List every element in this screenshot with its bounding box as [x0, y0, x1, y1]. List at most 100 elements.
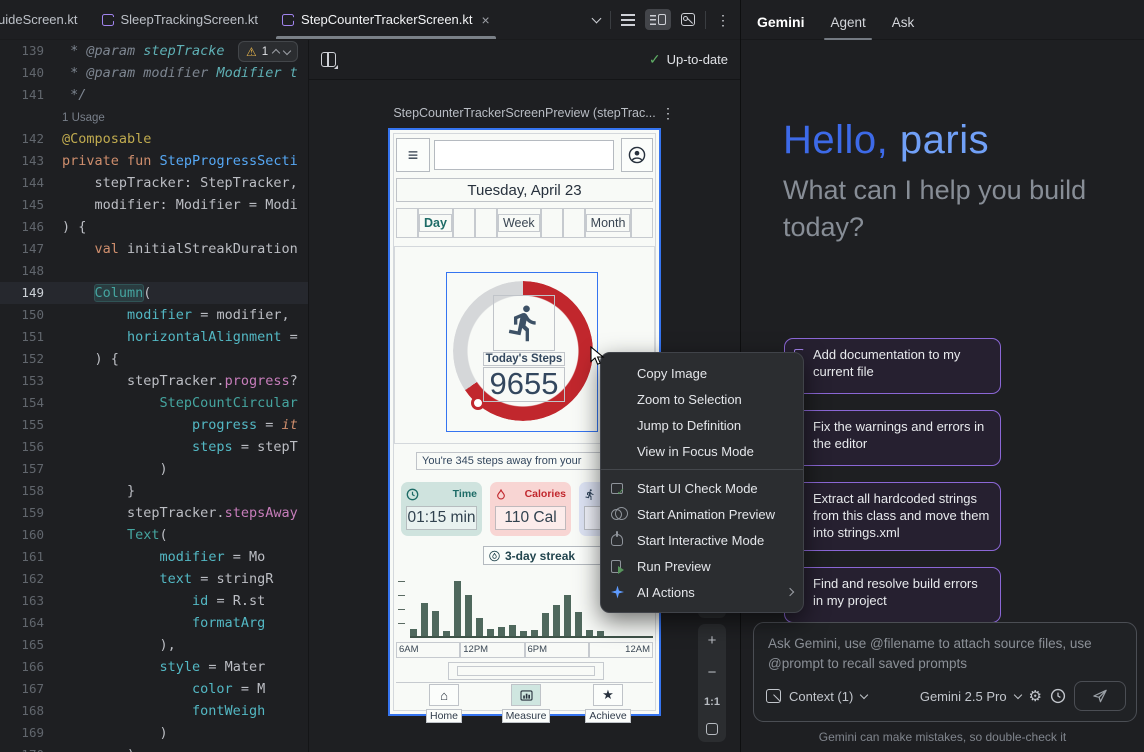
code-line[interactable]: 168 fontWeigh [0, 700, 308, 722]
tab-ask[interactable]: Ask [892, 15, 915, 30]
menu-item-view-in-focus-mode[interactable]: View in Focus Mode [601, 438, 803, 464]
code-token: style [160, 659, 201, 675]
prev-issue-icon[interactable] [272, 49, 280, 57]
hamburger-menu-icon[interactable]: ≡ [396, 138, 430, 172]
code-line[interactable]: 154 StepCountCircular [0, 392, 308, 414]
history-clock-icon[interactable] [1050, 688, 1066, 704]
suggestion-card[interactable]: Add documentation to my current file [784, 338, 1001, 394]
code-token [62, 527, 127, 543]
suggestion-text: Extract all hardcoded strings from this … [813, 491, 989, 540]
code-line[interactable]: 162 text = stringR [0, 568, 308, 590]
menu-item-zoom-to-selection[interactable]: Zoom to Selection [601, 386, 803, 412]
nav-item-measure[interactable]: Measure [494, 684, 558, 724]
period-tab-day[interactable]: Day [418, 208, 453, 238]
split-view-icon[interactable] [645, 9, 671, 30]
code-line[interactable]: 159 stepTracker.stepsAway [0, 502, 308, 524]
code-line[interactable]: 146) { [0, 216, 308, 238]
code-line[interactable]: 167 color = M [0, 678, 308, 700]
code-line[interactable]: 143private fun StepProgressSecti [0, 150, 308, 172]
line-number: 148 [0, 260, 62, 282]
attach-image-icon[interactable] [766, 689, 781, 703]
design-view-icon[interactable] [681, 13, 695, 26]
code-line[interactable]: 153 stepTracker.progress? [0, 370, 308, 392]
code-line[interactable]: 160 Text( [0, 524, 308, 546]
suggestion-card[interactable]: Extract all hardcoded strings from this … [784, 482, 1001, 551]
code-line[interactable]: 166 style = Mater [0, 656, 308, 678]
chart-bar [564, 595, 571, 636]
code-line[interactable]: 149 Column( [0, 282, 308, 304]
usage-hint[interactable]: 1 Usage [62, 112, 105, 124]
code-line[interactable]: 151 horizontalAlignment = [0, 326, 308, 348]
code-view-icon[interactable] [621, 14, 635, 26]
code-line[interactable]: 170 ) [0, 744, 308, 752]
preview-title[interactable]: StepCounterTrackerScreenPreview (stepTra… [388, 106, 661, 120]
menu-item-copy-image[interactable]: Copy Image [601, 360, 803, 386]
code-line[interactable]: 155 progress = it [0, 414, 308, 436]
inspection-widget[interactable]: ⚠ 1 [238, 41, 298, 62]
code-line[interactable]: 169 ) [0, 722, 308, 744]
preview-layout-icon[interactable] [321, 52, 336, 67]
code-line[interactable]: 1 Usage [0, 106, 308, 128]
code-token: modifier [160, 549, 225, 565]
line-number: 160 [0, 524, 62, 546]
settings-gear-icon[interactable]: ⚙ [1029, 687, 1042, 705]
selected-component-box[interactable]: Today's Steps 9655 [446, 272, 598, 432]
code-line[interactable]: 152 ) { [0, 348, 308, 370]
code-token: val [95, 241, 128, 257]
code-line[interactable]: 161 modifier = Mo [0, 546, 308, 568]
editor-tab-stepcountertrackerscreen-kt[interactable]: StepCounterTrackerScreen.kt× [270, 0, 502, 39]
code-line[interactable]: 148 [0, 260, 308, 282]
code-line[interactable]: 158 } [0, 480, 308, 502]
zoom-actual-button[interactable]: 1:1 [704, 696, 720, 708]
model-selector[interactable]: Gemini 2.5 Pro [920, 689, 1007, 704]
menu-item-run-preview[interactable]: Run Preview [601, 553, 803, 579]
account-icon[interactable] [621, 138, 653, 172]
model-chevron-icon[interactable] [1013, 690, 1021, 698]
stat-card-time[interactable]: Time 01:15 min [401, 482, 482, 536]
context-chip[interactable]: Context (1) [789, 689, 853, 704]
ai-sparkle-icon [611, 586, 637, 599]
menu-item-start-interactive-mode[interactable]: Start Interactive Mode [601, 527, 803, 553]
code-line[interactable]: 157 ) [0, 458, 308, 480]
next-issue-icon[interactable] [283, 46, 291, 54]
menu-item-jump-to-definition[interactable]: Jump to Definition [601, 412, 803, 438]
nav-item-home[interactable]: ⌂Home [412, 684, 476, 724]
code-line[interactable]: 165 ), [0, 634, 308, 656]
code-line[interactable]: 147 val initialStreakDuration [0, 238, 308, 260]
zoom-in-button[interactable]: + [708, 632, 717, 649]
prompt-input[interactable]: Ask Gemini, use @filename to attach sour… [753, 622, 1137, 722]
menu-item-start-ui-check-mode[interactable]: Start UI Check Mode [601, 475, 803, 501]
editor-tab-sleeptrackingscreen-kt[interactable]: SleepTrackingScreen.kt [90, 0, 271, 39]
zoom-out-button[interactable]: − [708, 664, 717, 681]
code-line[interactable]: 145 modifier: Modifier = Modi [0, 194, 308, 216]
code-line[interactable]: 144 stepTracker: StepTracker, [0, 172, 308, 194]
code-line[interactable]: 150 modifier = modifier, [0, 304, 308, 326]
code-line[interactable]: 163 id = R.st [0, 590, 308, 612]
code-editor[interactable]: 139 * @param stepTracke140 * @param modi… [0, 40, 308, 752]
tab-list-chevron-icon[interactable] [592, 13, 602, 23]
tab-close-icon[interactable]: × [482, 12, 490, 28]
editor-tab-uidescreen-kt[interactable]: uideScreen.kt [0, 0, 90, 39]
nav-item-achieve[interactable]: ★Achieve [576, 684, 640, 724]
tab-agent[interactable]: Agent [830, 15, 865, 30]
zoom-fit-icon[interactable] [706, 723, 718, 735]
period-tab-month[interactable]: Month [585, 208, 632, 238]
editor-options-kebab-icon[interactable]: ⋮ [716, 13, 730, 27]
line-number: 163 [0, 590, 62, 612]
period-tab-week[interactable]: Week [497, 208, 541, 238]
search-input[interactable] [434, 140, 614, 170]
code-line[interactable]: 141 */ [0, 84, 308, 106]
menu-item-start-animation-preview[interactable]: Start Animation Preview [601, 501, 803, 527]
preview-options-kebab-icon[interactable]: ⋮ [661, 106, 675, 120]
stat-card-calories[interactable]: Calories 110 Cal [490, 482, 571, 536]
code-line[interactable]: 140 * @param modifier Modifier t [0, 62, 308, 84]
code-line[interactable]: 142@Composable [0, 128, 308, 150]
code-token: = modifier, [192, 307, 290, 323]
code-line[interactable]: 164 formatArg [0, 612, 308, 634]
suggestion-card[interactable]: Find and resolve build errors in my proj… [784, 567, 1001, 623]
context-chevron-icon[interactable] [860, 690, 868, 698]
suggestion-card[interactable]: Fix the warnings and errors in the edito… [784, 410, 1001, 466]
send-button[interactable] [1074, 681, 1126, 711]
menu-item-ai-actions[interactable]: AI Actions [601, 579, 803, 605]
code-line[interactable]: 156 steps = stepT [0, 436, 308, 458]
